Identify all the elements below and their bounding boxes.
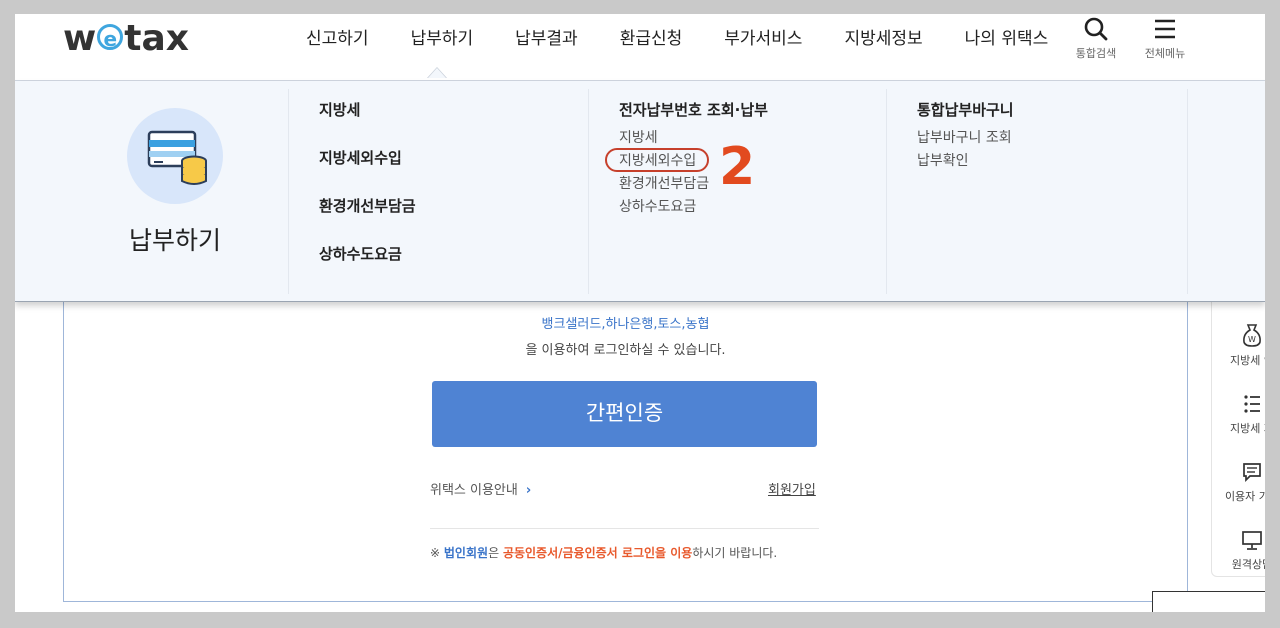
- bank-list: 뱅크샐러드,하나은행,토스,농협: [541, 317, 710, 332]
- dropdown-column-2: 전자납부번호 조회·납부 지방세 지방세외수입 환경개선부담금 상하수도요금 2: [588, 89, 887, 294]
- login-description: 을 이용하여 로그인하실 수 있습니다.: [525, 343, 726, 358]
- nav-payment-result[interactable]: 납부결과: [494, 28, 599, 68]
- dropdown-column-3: 통합납부바구니 납부바구니 조회 납부확인: [886, 89, 1188, 294]
- quick-item-user-guide[interactable]: 이용자 가이: [1212, 461, 1265, 504]
- nav-extra-service[interactable]: 부가서비스: [703, 28, 823, 68]
- login-panel: 뱅크샐러드,하나은행,토스,농협 을 이용하여 로그인하실 수 있습니다. 간편…: [63, 301, 1188, 602]
- logo-prefix: w: [63, 18, 97, 59]
- nav-report[interactable]: 신고하기: [285, 28, 390, 68]
- usage-guide-link[interactable]: 위택스 이용안내 ›: [430, 479, 531, 498]
- search-label: 통합검색: [1075, 47, 1117, 60]
- money-bag-icon: W: [1243, 324, 1261, 347]
- dropdown-caret: [427, 67, 447, 78]
- quick-item-local-tax-data[interactable]: 지방세 자: [1212, 393, 1265, 436]
- all-menu-button[interactable]: 전체메뉴: [1135, 16, 1195, 61]
- search-icon: [1084, 17, 1108, 41]
- dropdown-title: 납부하기: [128, 226, 221, 255]
- epay-non-tax-revenue[interactable]: 지방세외수입: [619, 150, 696, 170]
- payment-dropdown: 납부하기 지방세 지방세외수입 환경개선부담금 상하수도요금 전자납부번호 조회…: [15, 81, 1265, 302]
- hamburger-icon: [1155, 19, 1175, 39]
- nav-payment[interactable]: 납부하기: [390, 28, 495, 68]
- chat-icon: [1243, 463, 1261, 483]
- monitor-icon: [1242, 531, 1262, 550]
- epay-local-tax[interactable]: 지방세: [619, 127, 658, 147]
- quick-label-2: 지방세 자: [1230, 422, 1265, 435]
- logo-suffix: tax: [124, 18, 189, 59]
- epay-water-fee[interactable]: 상하수도요금: [619, 196, 696, 216]
- epay-number-title: 전자납부번호 조회·납부: [619, 101, 768, 119]
- menu-non-tax-revenue[interactable]: 지방세외수입: [319, 147, 402, 168]
- svg-text:W: W: [1248, 335, 1256, 344]
- quick-item-remote-consult[interactable]: 원격상담: [1212, 529, 1265, 572]
- card-coins-icon: [147, 130, 207, 185]
- quick-label-4: 원격상담: [1231, 558, 1265, 571]
- notice-is: 은: [488, 546, 500, 560]
- wetax-logo[interactable]: w e tax: [63, 18, 189, 59]
- quick-item-local-tax[interactable]: W 지방세 인: [1212, 323, 1265, 368]
- nav-local-tax-info[interactable]: 지방세정보: [823, 28, 943, 68]
- corner-widget: [1152, 591, 1265, 612]
- corporate-notice: ※ 법인회원은 공동인증서/금융인증서 로그인을 이용하시기 바랍니다.: [430, 544, 777, 561]
- payment-confirm[interactable]: 납부확인: [917, 150, 969, 170]
- easy-auth-button[interactable]: 간편인증: [432, 381, 817, 447]
- menu-label: 전체메뉴: [1144, 47, 1186, 60]
- quick-label-1: 지방세 인: [1230, 354, 1265, 367]
- menu-local-tax[interactable]: 지방세: [319, 99, 360, 120]
- usage-guide-label: 위택스 이용안내: [430, 483, 518, 498]
- site-header: w e tax 신고하기 납부하기 납부결과 환급신청 부가서비스 지방세정보 나의…: [15, 14, 1265, 80]
- nav-my-wetax[interactable]: 나의 위택스: [944, 28, 1070, 68]
- join-link[interactable]: 회원가입: [768, 479, 816, 498]
- notice-mark: ※: [430, 546, 441, 560]
- notice-cert: 공동인증서/금융인증서 로그인을 이용: [502, 546, 693, 560]
- notice-rest: 하시기 바랍니다.: [692, 546, 778, 560]
- dropdown-column-1: 지방세 지방세외수입 환경개선부담금 상하수도요금: [288, 89, 589, 294]
- step-number-annotation: 2: [719, 137, 756, 197]
- quick-label-3: 이용자 가이: [1224, 490, 1265, 503]
- search-button[interactable]: 통합검색: [1066, 16, 1126, 61]
- menu-water-fee[interactable]: 상하수도요금: [319, 243, 402, 264]
- divider: [430, 528, 819, 529]
- menu-environment-charge[interactable]: 환경개선부담금: [319, 195, 416, 216]
- nav-refund[interactable]: 환급신청: [599, 28, 704, 68]
- payment-basket-title: 통합납부바구니: [917, 101, 1014, 119]
- global-nav: 신고하기 납부하기 납부결과 환급신청 부가서비스 지방세정보 나의 위택스: [285, 28, 1069, 68]
- page-canvas: w e tax 신고하기 납부하기 납부결과 환급신청 부가서비스 지방세정보 나의…: [15, 14, 1265, 612]
- quick-menu: W 지방세 인 지방세 자 이용자 가이: [1211, 301, 1265, 577]
- payment-icon-circle: [127, 108, 223, 204]
- list-icon: [1244, 395, 1260, 413]
- basket-lookup[interactable]: 납부바구니 조회: [917, 127, 1012, 147]
- logo-e: e: [97, 24, 124, 51]
- epay-environment-charge[interactable]: 환경개선부담금: [619, 173, 709, 193]
- notice-corp: 법인회원: [443, 546, 489, 560]
- chevron-right-icon: ›: [525, 483, 532, 498]
